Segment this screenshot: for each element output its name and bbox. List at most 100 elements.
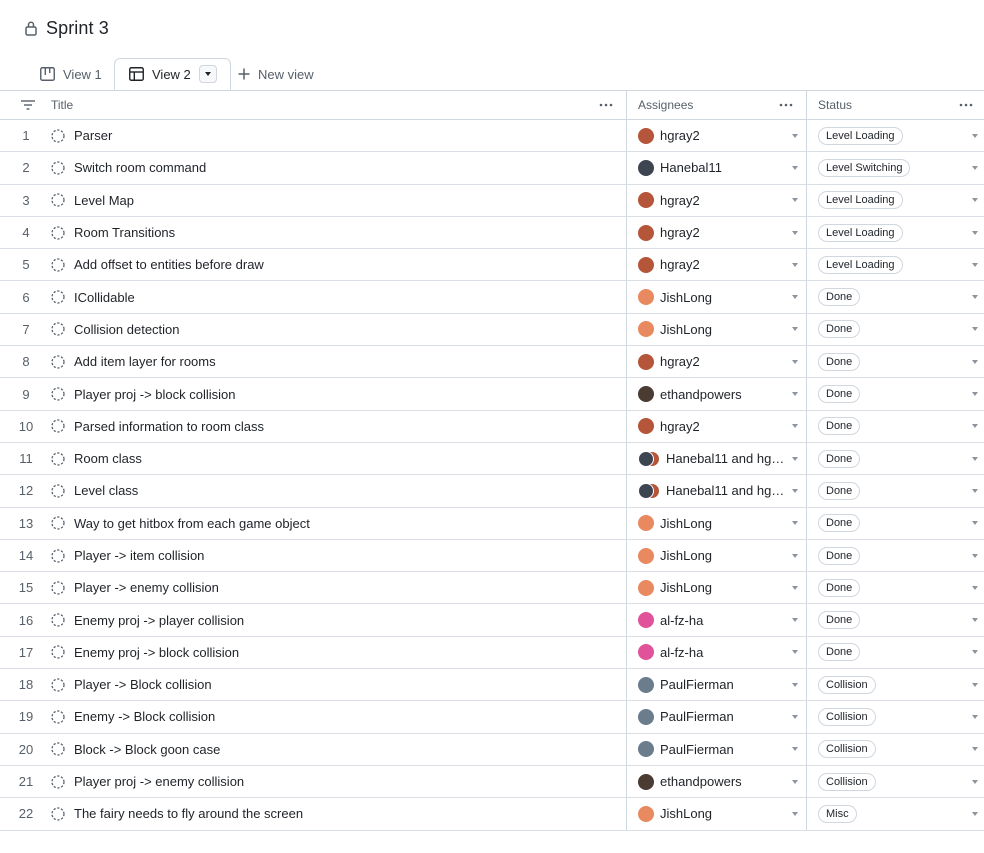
status-badge[interactable]: Collision — [818, 675, 876, 694]
assignees-column-menu-icon[interactable] — [778, 97, 794, 113]
status-dropdown-icon[interactable] — [972, 747, 978, 752]
status-badge[interactable]: Done — [818, 611, 861, 630]
status-badge[interactable]: Level Loading — [818, 191, 903, 210]
status-dropdown-icon[interactable] — [972, 811, 978, 816]
new-view-button[interactable]: New view — [238, 58, 314, 90]
status-dropdown-icon[interactable] — [972, 295, 978, 300]
status-badge[interactable]: Level Switching — [818, 158, 911, 177]
table-row[interactable]: 22 The fairy needs to fly around the scre… — [0, 798, 984, 831]
assignee-dropdown-icon[interactable] — [792, 198, 798, 203]
assignee-cell[interactable]: JishLong — [638, 314, 788, 345]
assignee-cell[interactable]: hgray2 — [638, 346, 788, 377]
status-badge[interactable]: Done — [818, 449, 861, 468]
status-dropdown-icon[interactable] — [972, 585, 978, 590]
status-dropdown-icon[interactable] — [972, 262, 978, 267]
status-dropdown-icon[interactable] — [972, 392, 978, 397]
assignee-dropdown-icon[interactable] — [792, 327, 798, 332]
status-dropdown-icon[interactable] — [972, 650, 978, 655]
status-badge[interactable]: Level Loading — [818, 126, 903, 145]
assignee-cell[interactable]: JishLong — [638, 281, 788, 312]
assignee-cell[interactable]: JishLong — [638, 572, 788, 603]
issue-title[interactable]: Room Transitions — [74, 217, 175, 248]
assignee-dropdown-icon[interactable] — [792, 456, 798, 461]
assignee-dropdown-icon[interactable] — [792, 779, 798, 784]
status-badge[interactable]: Collision — [818, 707, 876, 726]
assignee-cell[interactable]: ethandpowers — [638, 378, 788, 409]
issue-title[interactable]: Player proj -> enemy collision — [74, 766, 244, 797]
status-dropdown-icon[interactable] — [972, 521, 978, 526]
assignee-cell[interactable]: JishLong — [638, 540, 788, 571]
status-dropdown-icon[interactable] — [972, 618, 978, 623]
assignee-cell[interactable]: ethandpowers — [638, 766, 788, 797]
issue-title[interactable]: Parsed information to room class — [74, 411, 264, 442]
issue-title[interactable]: The fairy needs to fly around the screen — [74, 798, 303, 829]
tab-view-1[interactable]: View 1 — [40, 58, 102, 90]
assignee-dropdown-icon[interactable] — [792, 747, 798, 752]
table-row[interactable]: 17 Enemy proj -> block collision al-fz-ha D… — [0, 636, 984, 670]
assignee-dropdown-icon[interactable] — [792, 488, 798, 493]
assignee-dropdown-icon[interactable] — [792, 165, 798, 170]
table-row[interactable]: 6 ICollidable JishLong Done — [0, 281, 984, 314]
table-row[interactable]: 14 Player -> item collision JishLong Done — [0, 539, 984, 573]
issue-title[interactable]: Player proj -> block collision — [74, 378, 235, 409]
status-badge[interactable]: Done — [818, 578, 861, 597]
assignee-dropdown-icon[interactable] — [792, 295, 798, 300]
status-dropdown-icon[interactable] — [972, 198, 978, 203]
table-row[interactable]: 11 Room class Hanebal11 and hgr… Done — [0, 442, 984, 476]
issue-title[interactable]: Room class — [74, 443, 142, 474]
status-dropdown-icon[interactable] — [972, 133, 978, 138]
assignee-dropdown-icon[interactable] — [792, 521, 798, 526]
issue-title[interactable]: Level Map — [74, 185, 134, 216]
assignee-cell[interactable]: Hanebal11 and hgr… — [638, 475, 788, 506]
issue-title[interactable]: ICollidable — [74, 281, 135, 312]
assignee-dropdown-icon[interactable] — [792, 133, 798, 138]
table-row[interactable]: 18 Player -> Block collision PaulFierman Co… — [0, 669, 984, 702]
status-badge[interactable]: Level Loading — [818, 255, 903, 274]
status-dropdown-icon[interactable] — [972, 424, 978, 429]
issue-title[interactable]: Switch room command — [74, 152, 206, 183]
status-badge[interactable]: Done — [818, 546, 861, 565]
status-dropdown-icon[interactable] — [972, 488, 978, 493]
status-badge[interactable]: Collision — [818, 772, 876, 791]
column-header-assignees[interactable]: Assignees — [638, 91, 693, 119]
table-row[interactable]: 3 Level Map hgray2 Level Loading — [0, 184, 984, 217]
status-badge[interactable]: Misc — [818, 804, 857, 823]
table-row[interactable]: 10 Parsed information to room class hgray2… — [0, 410, 984, 443]
column-header-title[interactable]: Title — [51, 91, 73, 119]
table-row[interactable]: 2 Switch room command Hanebal11 Level Switc… — [0, 152, 984, 185]
assignee-dropdown-icon[interactable] — [792, 811, 798, 816]
table-row[interactable]: 7 Collision detection JishLong Done — [0, 313, 984, 347]
view-options-dropdown[interactable] — [198, 65, 217, 83]
table-row[interactable]: 20 Block -> Block goon case PaulFierman Col… — [0, 733, 984, 766]
issue-title[interactable]: Block -> Block goon case — [74, 734, 220, 765]
table-row[interactable]: 19 Enemy -> Block collision PaulFierman Col… — [0, 701, 984, 734]
assignee-dropdown-icon[interactable] — [792, 682, 798, 687]
issue-title[interactable]: Player -> item collision — [74, 540, 204, 571]
assignee-dropdown-icon[interactable] — [792, 553, 798, 558]
status-badge[interactable]: Done — [818, 481, 861, 500]
status-badge[interactable]: Done — [818, 320, 861, 339]
issue-title[interactable]: Enemy -> Block collision — [74, 701, 215, 732]
status-dropdown-icon[interactable] — [972, 714, 978, 719]
assignee-cell[interactable]: PaulFierman — [638, 734, 788, 765]
status-dropdown-icon[interactable] — [972, 359, 978, 364]
table-row[interactable]: 9 Player proj -> block collision ethandpow… — [0, 378, 984, 411]
issue-title[interactable]: Level class — [74, 475, 138, 506]
status-badge[interactable]: Done — [818, 643, 861, 662]
issue-title[interactable]: Enemy proj -> player collision — [74, 604, 244, 635]
issue-title[interactable]: Player -> Block collision — [74, 669, 212, 700]
table-row[interactable]: 12 Level class Hanebal11 and hgr… Done — [0, 475, 984, 508]
table-row[interactable]: 15 Player -> enemy collision JishLong Done — [0, 572, 984, 605]
assignee-dropdown-icon[interactable] — [792, 424, 798, 429]
assignee-dropdown-icon[interactable] — [792, 262, 798, 267]
table-row[interactable]: 4 Room Transitions hgray2 Level Loading — [0, 216, 984, 250]
status-dropdown-icon[interactable] — [972, 230, 978, 235]
status-dropdown-icon[interactable] — [972, 327, 978, 332]
title-column-menu-icon[interactable] — [598, 97, 614, 113]
tab-view-2[interactable]: View 2 — [114, 58, 231, 90]
assignee-dropdown-icon[interactable] — [792, 618, 798, 623]
status-badge[interactable]: Done — [818, 288, 861, 307]
status-dropdown-icon[interactable] — [972, 456, 978, 461]
assignee-cell[interactable]: hgray2 — [638, 411, 788, 442]
status-column-menu-icon[interactable] — [958, 97, 974, 113]
